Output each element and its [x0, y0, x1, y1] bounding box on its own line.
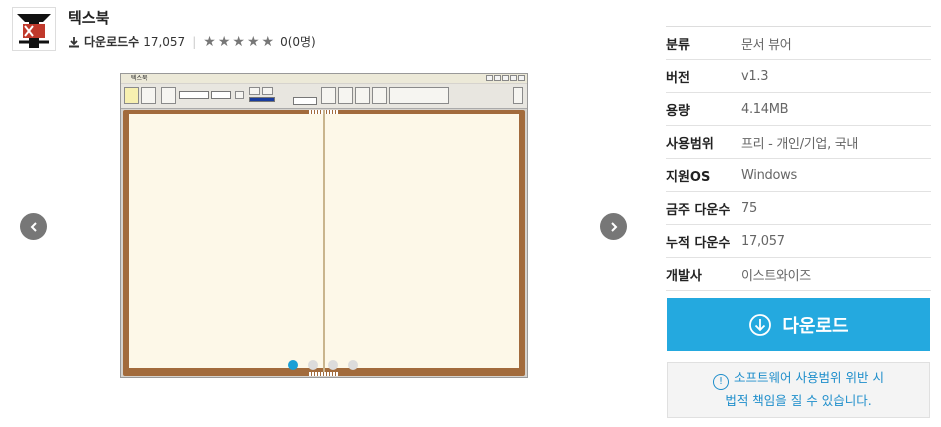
meta-separator: | [192, 34, 197, 49]
info-label: 금주 다운수 [666, 202, 731, 218]
info-row: 용량 4.14MB [666, 93, 931, 126]
screenshot-window-titlebar: 텍스북 [121, 74, 527, 83]
download-count: 17,057 [143, 34, 186, 49]
info-row: 지원OS Windows [666, 159, 931, 192]
download-count-label: 다운로드수 [84, 35, 140, 49]
carousel-prev-button[interactable] [20, 213, 47, 240]
rating-stars: ★ ★ ★ ★ ★ [203, 35, 276, 49]
license-notice: ! 소프트웨어 사용범위 위반 시 법적 책임을 질 수 있습니다. [667, 362, 930, 418]
info-row: 금주 다운수 75 [666, 192, 931, 225]
info-value: 이스트와이즈 [741, 268, 811, 284]
info-value: v1.3 [741, 68, 769, 84]
star-icon: ★ [203, 33, 216, 50]
carousel-dot[interactable] [288, 360, 298, 370]
notice-line-2: 법적 책임을 질 수 있습니다. [725, 393, 872, 408]
book-page-left [129, 114, 323, 368]
star-icon: ★ [261, 33, 275, 50]
screenshot-window-buttons [486, 75, 525, 81]
info-value: 17,057 [741, 233, 785, 249]
carousel-dot[interactable] [328, 360, 338, 370]
info-value: 문서 뷰어 [741, 37, 792, 53]
info-label: 사용범위 [666, 136, 714, 152]
info-label: 개발사 [666, 268, 702, 284]
rating-text: 0(0명) [280, 35, 316, 49]
info-label: 분류 [666, 37, 690, 53]
info-value: 4.14MB [741, 101, 789, 117]
info-value: 프리 - 개인/기업, 국내 [741, 136, 859, 152]
info-value: Windows [741, 167, 797, 183]
screenshot-window-title: 텍스북 [131, 75, 148, 82]
info-value: 75 [741, 200, 757, 216]
download-button-label: 다운로드 [782, 315, 849, 337]
info-label: 버전 [666, 70, 690, 86]
screenshot-toolbar [121, 84, 527, 109]
info-row: 분류 문서 뷰어 [666, 27, 931, 60]
star-icon: ★ [246, 33, 260, 50]
carousel-next-button[interactable] [600, 213, 627, 240]
info-row: 개발사 이스트와이즈 [666, 258, 931, 291]
star-icon: ★ [232, 33, 245, 50]
info-table: 분류 문서 뷰어 버전 v1.3 용량 4.14MB 사용범위 프리 - 개인/… [666, 26, 931, 291]
notice-line-1: 소프트웨어 사용범위 위반 시 [734, 370, 884, 385]
star-icon: ★ [217, 33, 231, 50]
book-page-right [325, 114, 519, 368]
book-viewer [123, 110, 525, 376]
exclamation-icon: ! [713, 374, 730, 390]
download-icon [69, 36, 79, 47]
info-row: 사용범위 프리 - 개인/기업, 국내 [666, 126, 931, 159]
app-logo [12, 7, 56, 51]
app-screenshot[interactable]: 텍스북 [120, 73, 528, 378]
app-title: 텍스북 [68, 9, 110, 27]
info-label: 누적 다운수 [666, 235, 731, 251]
info-row: 누적 다운수 17,057 [666, 225, 931, 258]
meta-line: 다운로드수 17,057 | ★ ★ ★ ★ ★ 0(0명) [68, 33, 316, 50]
chevron-right-icon [610, 221, 617, 232]
carousel-dots [288, 360, 358, 370]
info-label: 지원OS [666, 169, 711, 185]
carousel-dot[interactable] [348, 360, 358, 370]
carousel-dot[interactable] [308, 360, 318, 370]
info-label: 용량 [666, 103, 690, 119]
download-button[interactable]: 다운로드 [667, 298, 930, 351]
download-circle-icon [749, 313, 772, 336]
info-row: 버전 v1.3 [666, 60, 931, 93]
chevron-left-icon [30, 221, 37, 232]
